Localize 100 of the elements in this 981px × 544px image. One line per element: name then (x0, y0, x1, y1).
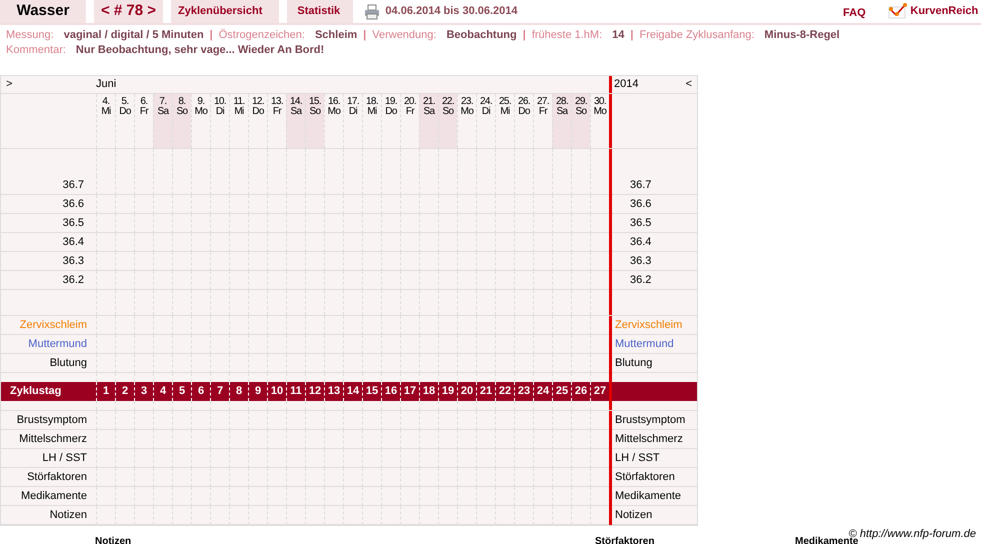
cycle-day-number: 22 (495, 382, 514, 401)
day-weekday: Do (118, 107, 132, 117)
cycle-day-number: 10 (267, 382, 286, 401)
cycle-day-number: 9 (248, 382, 267, 401)
day-weekday: So (441, 107, 455, 117)
section-heading: Medikamente (795, 536, 858, 544)
cycle-day-number: 3 (134, 382, 153, 401)
row-label: Muttermund (609, 335, 697, 354)
cycle-day-number: 4 (153, 382, 172, 401)
site-logo-text[interactable]: KurvenReich (910, 3, 978, 20)
day-date: 12. (250, 97, 266, 107)
day-date: 25. (498, 97, 512, 107)
cycle-day-number: 26 (571, 382, 590, 401)
row-label: LH / SST (41, 451, 88, 466)
nav-tab[interactable]: Zyklenübersicht (171, 0, 280, 23)
day-date: 26. (516, 97, 532, 107)
field-label: Östrogenzeichen: (218, 29, 305, 41)
field-value: 14 (612, 29, 624, 41)
day-weekday: Do (384, 107, 398, 117)
field-label: Kommentar: (6, 44, 66, 56)
day-weekday: Di (214, 107, 226, 117)
day-weekday: Sa (555, 107, 569, 117)
day-date: 8. (177, 97, 187, 107)
day-date: 14. (288, 97, 304, 107)
day-date: 7. (158, 97, 168, 107)
temperature-label: 36.4 (609, 233, 697, 252)
day-weekday: Sa (422, 107, 436, 117)
day-weekday: Sa (289, 107, 303, 117)
row-label: Notizen (609, 506, 697, 525)
field-label: Verwendung: (372, 29, 436, 41)
comment-text: Nur Beobachtung, sehr vage... Wieder An Bord! (76, 44, 324, 56)
day-date: 28. (554, 97, 570, 107)
year-label: 2014 (613, 77, 638, 92)
cycle-navigation[interactable]: < # 78 > (94, 0, 163, 23)
cycle-day-number: 19 (438, 382, 457, 401)
day-date: 21. (422, 97, 436, 107)
cycle-day-number: 15 (362, 382, 381, 401)
day-weekday: Mi (366, 107, 378, 117)
nav-tab[interactable]: Statistik (287, 0, 354, 23)
field-label: Freigabe Zyklusanfang: (639, 29, 754, 41)
user-name-tab[interactable]: Wasser (0, 0, 86, 23)
cycle-day-number: 16 (381, 382, 400, 401)
day-date: 11. (232, 97, 246, 107)
previous-arrow[interactable]: > (1, 76, 96, 93)
cycle-day-number: 6 (191, 382, 210, 401)
row-label: Notizen (48, 508, 88, 523)
day-date: 5. (120, 97, 130, 107)
separator-text: | (630, 29, 634, 41)
month-label: Juni (96, 77, 118, 92)
cycle-day-number: 23 (514, 382, 533, 401)
day-date: 16. (326, 97, 342, 107)
separator-text: | (210, 29, 213, 41)
temperature-label: 36.2 (62, 273, 85, 288)
temperature-label: 36.5 (609, 214, 697, 233)
day-weekday: Mo (194, 107, 208, 117)
temperature-label: 36.6 (62, 197, 85, 212)
day-weekday: Di (480, 107, 492, 117)
day-weekday: Mi (499, 107, 511, 117)
day-weekday: Mi (100, 107, 112, 117)
day-date: 10. (212, 97, 228, 107)
temperature-label: 36.3 (62, 254, 85, 269)
cycle-day-number: 25 (552, 382, 571, 401)
section-heading: Störfaktoren (595, 536, 654, 544)
day-weekday: Fr (138, 107, 150, 117)
day-date: 20. (402, 97, 418, 107)
day-weekday: Mo (460, 107, 474, 117)
day-weekday: So (574, 107, 588, 117)
temperature-label: 36.5 (62, 216, 85, 231)
day-date: 29. (574, 97, 588, 107)
temperature-label: 36.6 (609, 195, 697, 214)
day-weekday: So (308, 107, 322, 117)
field-label: Messung: (6, 29, 54, 41)
cycle-day-label: Zyklustag (9, 384, 62, 399)
printer-icon[interactable] (364, 4, 380, 20)
day-weekday: Do (517, 107, 531, 117)
day-weekday: Mi (233, 107, 245, 117)
cycle-day-number: 5 (172, 382, 191, 401)
temperature-label: 36.2 (609, 271, 697, 290)
faq-link[interactable]: FAQ (843, 4, 866, 23)
day-date: 15. (308, 97, 322, 107)
cycle-day-number: 11 (286, 382, 305, 401)
row-label: Brustsymptom (16, 413, 88, 428)
row-label: Zervixschleim (18, 318, 88, 333)
next-arrow[interactable]: < (686, 76, 697, 93)
row-label: Blutung (609, 354, 697, 373)
row-label: Störfaktoren (26, 470, 88, 485)
day-date: 4. (101, 97, 110, 107)
day-date: 9. (196, 97, 206, 107)
day-date: 22. (440, 97, 456, 107)
cycle-day-number: 7 (210, 382, 229, 401)
field-value: Beobachtung (446, 29, 517, 41)
row-label: LH / SST (609, 449, 697, 468)
temperature-label: 36.4 (62, 235, 85, 250)
day-date: 27. (536, 97, 550, 107)
row-label: Muttermund (27, 337, 88, 352)
row-label: Zervixschleim (609, 316, 697, 335)
day-date: 24. (478, 97, 494, 107)
day-weekday: Fr (538, 107, 548, 117)
day-date: 17. (346, 97, 360, 107)
cycle-day-number: 27 (590, 382, 609, 401)
